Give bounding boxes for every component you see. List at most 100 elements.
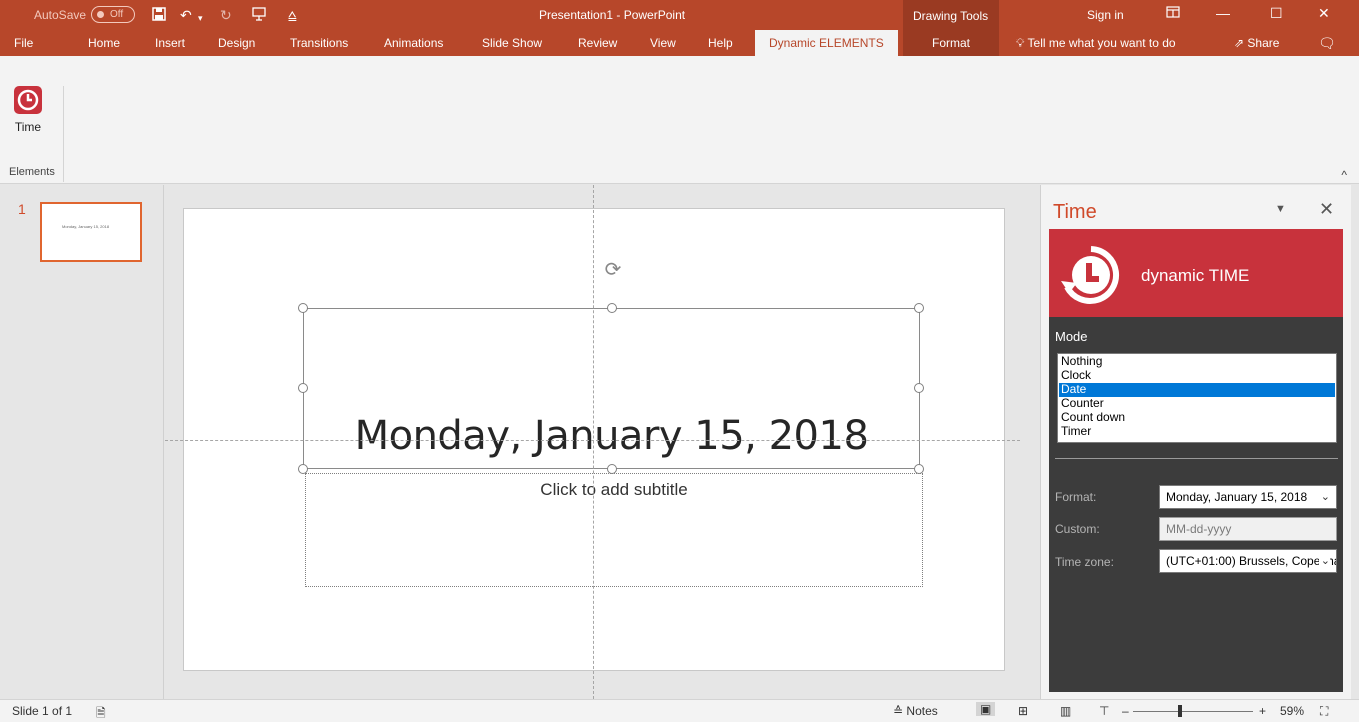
- tab-transitions[interactable]: Transitions: [290, 30, 348, 56]
- subtitle-placeholder[interactable]: Click to add subtitle: [305, 473, 923, 587]
- customize-toolbar-icon[interactable]: ⩠: [288, 7, 297, 23]
- resize-handle[interactable]: [607, 303, 617, 313]
- resize-handle[interactable]: [298, 303, 308, 313]
- zoom-slider-thumb[interactable]: [1178, 705, 1182, 717]
- slideshow-view-icon[interactable]: ⊤: [1099, 704, 1109, 718]
- subtitle-text[interactable]: Click to add subtitle: [306, 480, 922, 500]
- tab-review[interactable]: Review: [578, 30, 617, 56]
- rotate-handle-icon[interactable]: ⟳: [603, 260, 623, 280]
- format-select[interactable]: Monday, January 15, 2018 ⌄: [1159, 485, 1337, 509]
- notes-button[interactable]: ≙ Notes: [893, 704, 938, 718]
- tab-home[interactable]: Home: [88, 30, 120, 56]
- custom-label: Custom:: [1055, 522, 1100, 536]
- slide-sorter-icon[interactable]: ⊞: [1018, 704, 1028, 718]
- present-icon[interactable]: [252, 7, 266, 24]
- slide-number: 1: [18, 201, 26, 217]
- mode-label: Mode: [1055, 329, 1088, 344]
- resize-handle[interactable]: [298, 383, 308, 393]
- pane-title: Time: [1053, 201, 1097, 223]
- mode-option-count-down[interactable]: Count down: [1059, 411, 1335, 425]
- time-button-label: Time: [14, 120, 42, 134]
- chevron-down-icon: ⌄: [1318, 550, 1330, 572]
- brand-text: dynamic TIME: [1141, 266, 1250, 285]
- share-label: Share: [1247, 36, 1280, 50]
- title-placeholder[interactable]: Monday, January 15, 2018: [298, 303, 924, 474]
- status-bar: Slide 1 of 1 🗎︎ ≙ Notes ▣ ⊞ ▥ ⊤ – + 59% …: [0, 699, 1359, 722]
- time-button[interactable]: Time: [10, 86, 46, 134]
- zoom-level[interactable]: 59%: [1280, 704, 1304, 718]
- slide-thumbnail[interactable]: Monday, January 15, 2018: [40, 202, 142, 262]
- time-task-pane: Time ▼ ✕ dynamic TIME Mode Nothing Clock…: [1040, 185, 1351, 699]
- mode-option-timer[interactable]: Timer: [1059, 425, 1335, 439]
- clock-icon: [14, 86, 42, 114]
- autosave-label: AutoSave: [34, 8, 87, 22]
- notes-label: Notes: [906, 704, 938, 718]
- tab-design[interactable]: Design: [218, 30, 255, 56]
- pane-body: dynamic TIME Mode Nothing Clock Date Cou…: [1049, 229, 1343, 692]
- pane-divider: [1055, 458, 1338, 459]
- tab-help[interactable]: Help: [708, 30, 733, 56]
- slide-title[interactable]: Monday, January 15, 2018: [304, 413, 919, 459]
- tab-view[interactable]: View: [650, 30, 676, 56]
- close-icon[interactable]: ✕: [1318, 5, 1330, 22]
- chevron-down-icon: ⌄: [1320, 491, 1330, 503]
- share-button[interactable]: ⇗ Share: [1234, 30, 1279, 56]
- format-value: Monday, January 15, 2018: [1166, 490, 1308, 504]
- normal-view-icon[interactable]: ▣: [976, 702, 996, 716]
- notes-icon: ≙: [893, 704, 904, 718]
- zoom-slider[interactable]: [1133, 711, 1253, 712]
- minimize-icon[interactable]: —: [1216, 5, 1230, 21]
- mode-option-nothing[interactable]: Nothing: [1059, 355, 1335, 369]
- comments-icon[interactable]: 🗨︎: [1318, 30, 1336, 56]
- tab-insert[interactable]: Insert: [155, 30, 185, 56]
- ribbon: Time Elements ^: [0, 56, 1359, 184]
- timezone-select[interactable]: (UTC+01:00) Brussels, Copenhagen ⌄: [1159, 549, 1337, 573]
- brand-header: dynamic TIME: [1049, 229, 1343, 317]
- toggle-knob-icon: [97, 11, 104, 18]
- autosave-state: Off: [110, 9, 124, 20]
- pane-options-icon[interactable]: ▼: [1275, 203, 1286, 215]
- custom-format-input[interactable]: MM-dd-yyyy: [1159, 517, 1337, 541]
- dynamic-time-logo-icon: [1061, 246, 1119, 304]
- lightbulb-icon: 💡︎: [1016, 36, 1025, 50]
- tab-slide-show[interactable]: Slide Show: [482, 30, 542, 56]
- resize-handle[interactable]: [914, 383, 924, 393]
- collapse-ribbon-icon[interactable]: ^: [1341, 168, 1347, 182]
- tab-format[interactable]: Format: [903, 30, 999, 56]
- title-bar: AutoSave Off ↶ ▾ ↻ ⩠ Presentation1 - Pow…: [0, 0, 1359, 56]
- tab-file[interactable]: File: [14, 30, 33, 56]
- maximize-icon[interactable]: ☐: [1270, 5, 1283, 22]
- resize-handle[interactable]: [914, 303, 924, 313]
- slide-count: Slide 1 of 1: [12, 704, 73, 718]
- save-icon[interactable]: [152, 7, 166, 24]
- timezone-value: (UTC+01:00) Brussels, Copenhagen: [1166, 554, 1336, 568]
- mode-option-clock[interactable]: Clock: [1059, 369, 1335, 383]
- slide-editor: Monday, January 15, 2018 ⟳ Click to add …: [165, 185, 1040, 699]
- zoom-in-icon[interactable]: +: [1259, 704, 1266, 718]
- mode-listbox[interactable]: Nothing Clock Date Counter Count down Ti…: [1057, 353, 1337, 443]
- vertical-guide: [593, 185, 594, 699]
- mode-option-counter[interactable]: Counter: [1059, 397, 1335, 411]
- pane-close-icon[interactable]: ✕: [1319, 199, 1334, 220]
- tab-dynamic-elements[interactable]: Dynamic ELEMENTS: [755, 30, 898, 56]
- reading-view-icon[interactable]: ▥: [1060, 704, 1071, 718]
- horizontal-guide: [165, 440, 1020, 441]
- zoom-out-icon[interactable]: –: [1122, 704, 1129, 718]
- spellcheck-icon[interactable]: 🗎︎: [96, 704, 106, 722]
- tab-animations[interactable]: Animations: [384, 30, 443, 56]
- format-label: Format:: [1055, 490, 1097, 504]
- undo-icon[interactable]: ↶: [180, 7, 192, 23]
- tell-me-text: Tell me what you want to do: [1027, 36, 1176, 50]
- thumbnail-text: Monday, January 15, 2018: [62, 224, 110, 229]
- fit-to-window-icon[interactable]: ⛶: [1320, 704, 1328, 719]
- tell-me-search[interactable]: 💡︎ Tell me what you want to do: [1016, 30, 1176, 56]
- redo-icon[interactable]: ↻: [220, 7, 232, 23]
- undo-dropdown-icon[interactable]: ▾: [198, 10, 203, 26]
- ribbon-display-icon[interactable]: [1166, 5, 1180, 21]
- autosave-toggle[interactable]: Off: [91, 6, 135, 23]
- drawing-tools-label: Drawing Tools: [913, 9, 989, 23]
- mode-option-date[interactable]: Date: [1059, 383, 1335, 397]
- sign-in-link[interactable]: Sign in: [1087, 8, 1124, 22]
- timezone-label: Time zone:: [1055, 555, 1114, 569]
- group-separator: [63, 86, 64, 182]
